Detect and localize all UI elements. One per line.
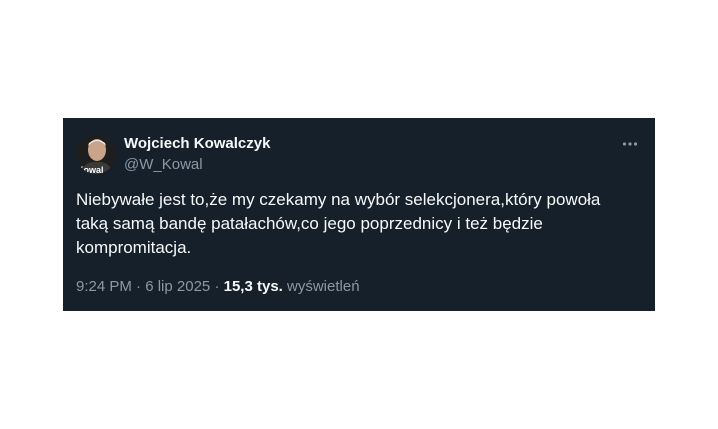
avatar[interactable]: Kowal bbox=[76, 134, 116, 174]
tweet-date: 6 lip 2025 bbox=[145, 278, 211, 295]
tweet-card[interactable]: Kowal Wojciech Kowalczyk @W_Kowal Niebyw… bbox=[63, 118, 655, 311]
meta-separator: · bbox=[210, 278, 224, 295]
meta-separator: · bbox=[131, 278, 146, 295]
tweet-timestamp-link[interactable]: 9:24 PM · 6 lip 2025 bbox=[76, 278, 210, 295]
tweet-meta: 9:24 PM · 6 lip 2025 · 15,3 tys. wyświet… bbox=[76, 278, 360, 295]
tweet-text: Niebywałe jest to,że my czekamy na wybór… bbox=[76, 190, 601, 257]
author-handle[interactable]: @W_Kowal bbox=[124, 156, 203, 173]
avatar-logo-text: Kowal bbox=[77, 165, 104, 174]
more-horizontal-icon bbox=[622, 142, 638, 146]
author-display-name[interactable]: Wojciech Kowalczyk bbox=[124, 135, 270, 152]
views-link[interactable]: 15,3 tys. wyświetleń bbox=[224, 278, 360, 295]
more-options-button[interactable] bbox=[615, 135, 645, 153]
tweet-time: 9:24 PM bbox=[76, 278, 132, 295]
views-label: wyświetleń bbox=[287, 278, 360, 295]
views-count: 15,3 tys. bbox=[223, 278, 283, 295]
